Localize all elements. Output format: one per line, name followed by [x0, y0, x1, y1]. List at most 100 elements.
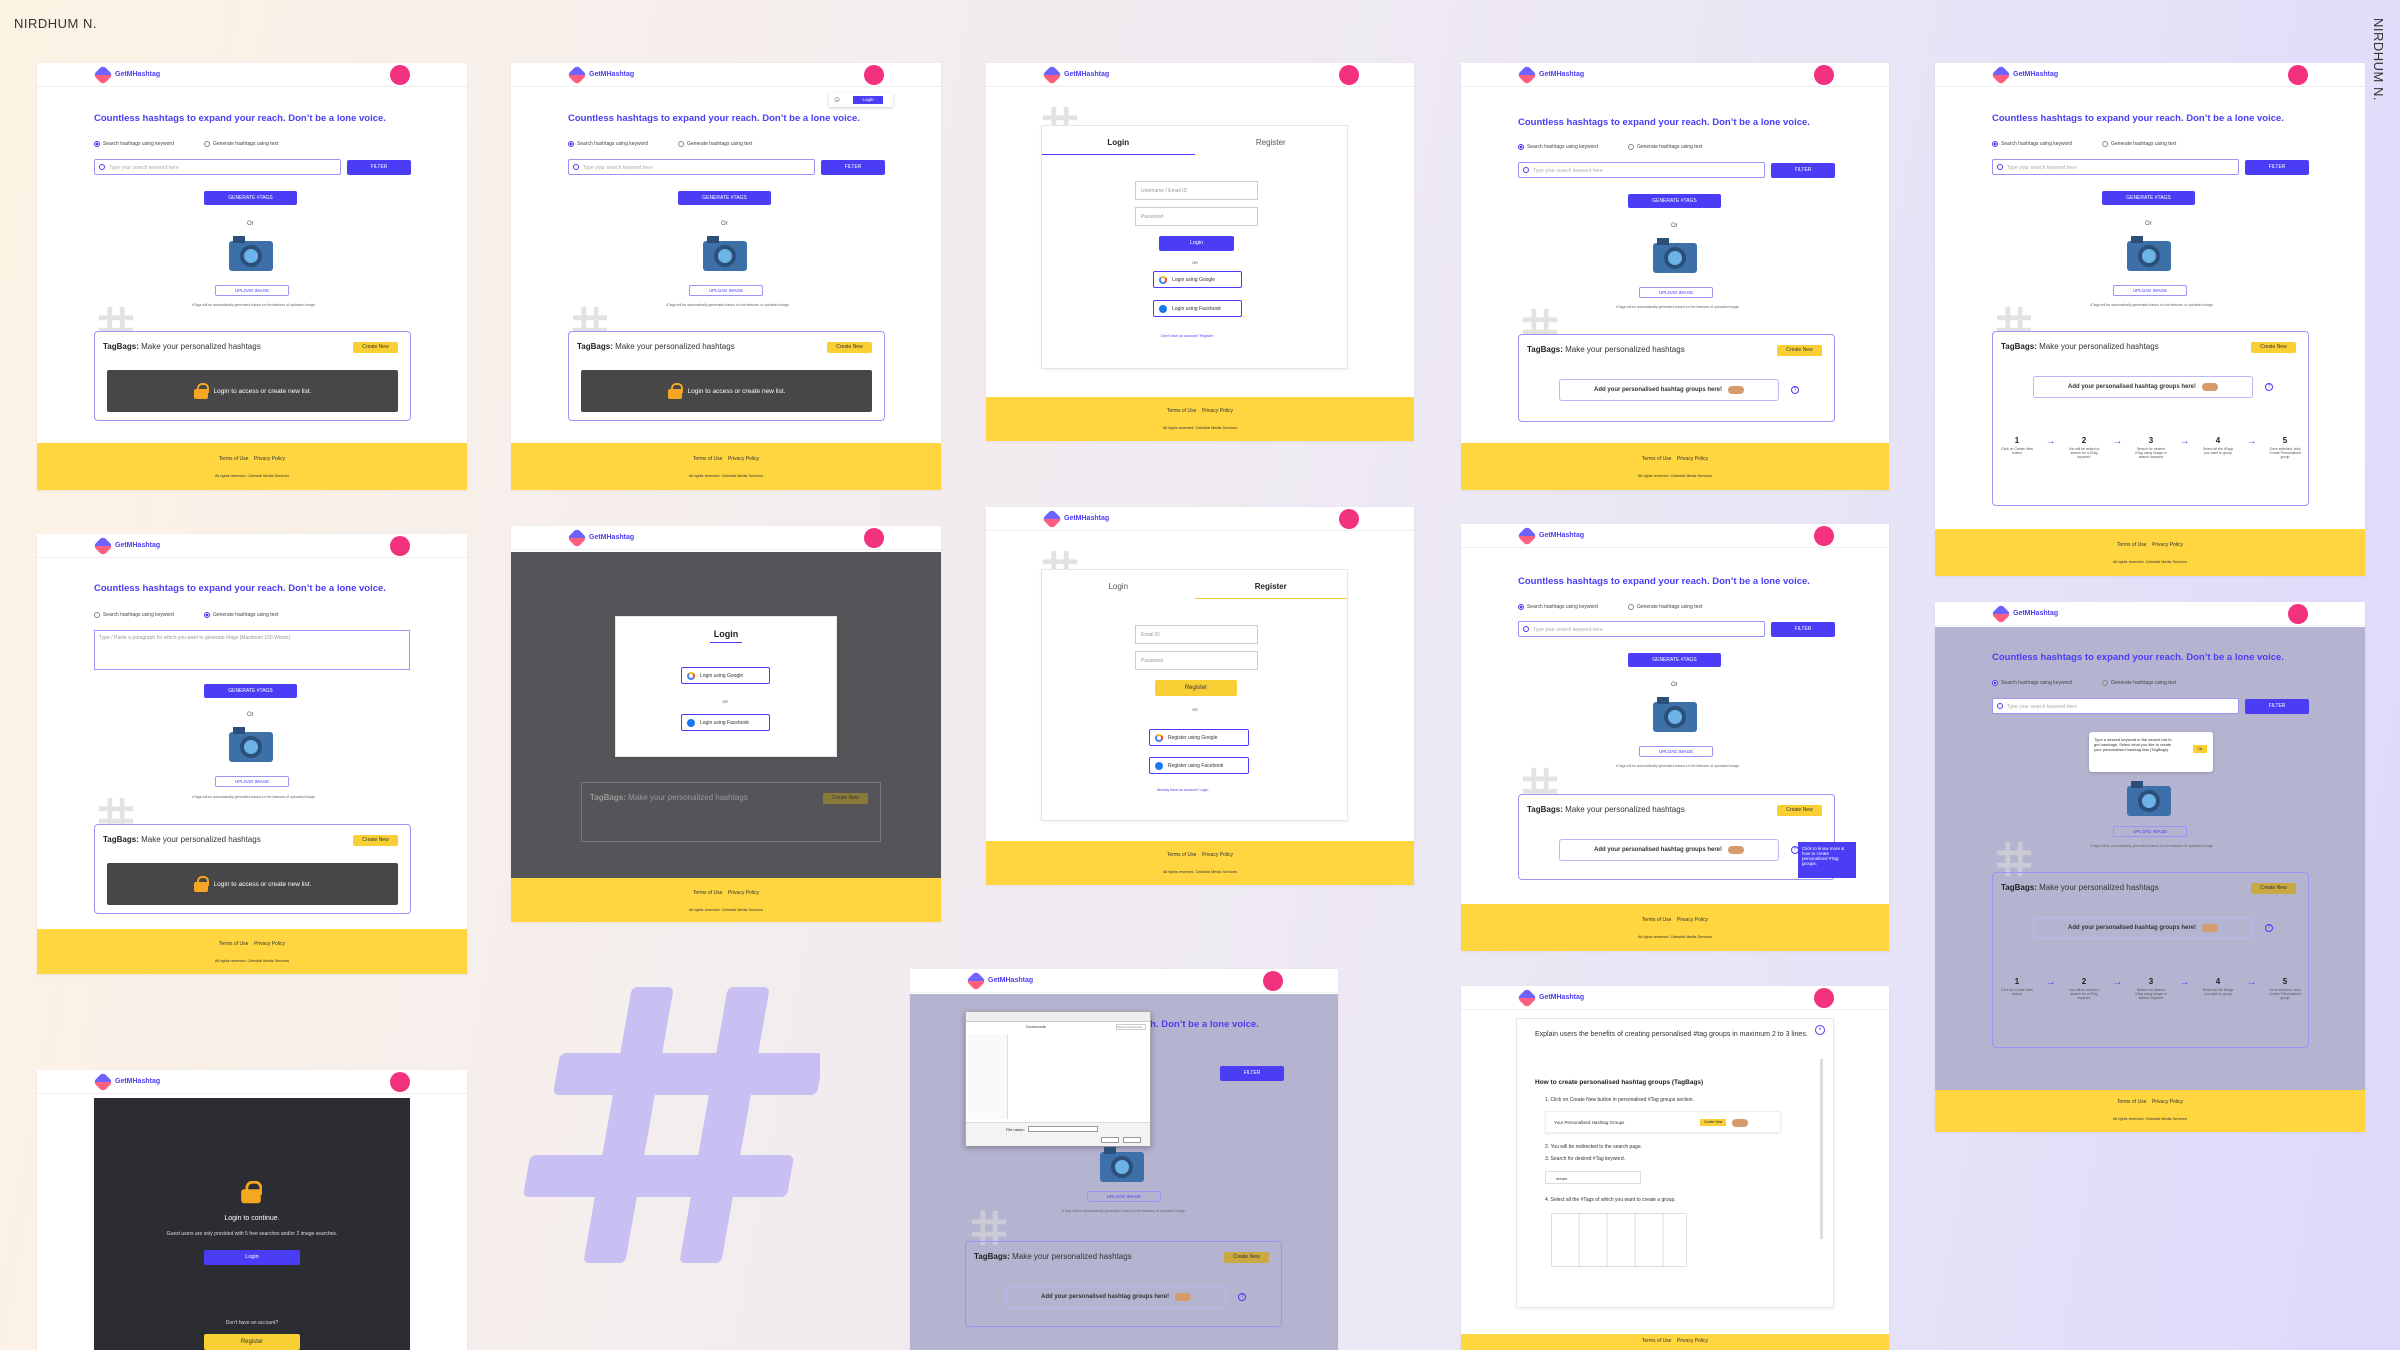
help-icon[interactable]: ? [2265, 924, 2273, 932]
register-button[interactable]: Register [1155, 680, 1237, 696]
create-new-button[interactable]: Create New [2251, 883, 2296, 894]
login-link[interactable]: Already have an account? Login [1157, 788, 1208, 792]
filter-button[interactable]: FILTER [2245, 699, 2309, 714]
search-input[interactable]: Type your search keyword here [568, 159, 815, 175]
tab-login[interactable]: Login [1042, 582, 1195, 599]
radio-text[interactable]: Generate hashtags using text [2102, 141, 2176, 147]
filter-button[interactable]: FILTER [347, 160, 411, 175]
terms-link[interactable]: Terms of Use [219, 941, 248, 947]
tab-register[interactable]: Register [1194, 582, 1347, 599]
tab-login[interactable]: Login [1042, 138, 1195, 155]
password-field[interactable]: Password [1135, 651, 1258, 670]
scrollbar[interactable] [1820, 1059, 1823, 1239]
open-button[interactable] [1101, 1137, 1119, 1143]
radio-keyword[interactable]: Search hashtags using keyword [1518, 604, 1598, 610]
file-name-input[interactable] [1028, 1126, 1098, 1132]
generate-button[interactable]: GENERATE #TAGS [1628, 653, 1721, 667]
generate-button[interactable]: GENERATE #TAGS [1628, 194, 1721, 208]
terms-link[interactable]: Terms of Use [1642, 456, 1671, 462]
create-new-button[interactable]: Create New [353, 342, 398, 353]
facebook-register-button[interactable]: Register using Facebook [1149, 757, 1249, 774]
radio-text[interactable]: Generate hashtags using text [678, 141, 752, 147]
dialog-search[interactable]: Search Downloads [1116, 1024, 1146, 1030]
privacy-link[interactable]: Privacy Policy [254, 941, 285, 947]
create-new-button[interactable]: Create New [1224, 1252, 1269, 1263]
generate-button[interactable]: GENERATE #TAGS [2102, 191, 2195, 205]
privacy-link[interactable]: Privacy Policy [1202, 852, 1233, 858]
upload-image-button[interactable]: UPLOAD IMAGE [215, 285, 289, 296]
google-login-button[interactable]: Login using Google [1153, 271, 1242, 288]
guest-login-button[interactable]: Login [204, 1250, 300, 1265]
radio-keyword[interactable]: Search hashtags using keyword [94, 141, 174, 147]
terms-link[interactable]: Terms of Use [2117, 1099, 2146, 1105]
help-icon[interactable]: ? [1791, 386, 1799, 394]
generate-button[interactable]: GENERATE #TAGS [678, 191, 771, 205]
upload-image-button[interactable]: UPLOAD IMAGE [1087, 1191, 1161, 1202]
upload-image-button[interactable]: UPLOAD IMAGE [2113, 285, 2187, 296]
privacy-link[interactable]: Privacy Policy [1677, 456, 1708, 462]
privacy-link[interactable]: Privacy Policy [1677, 1338, 1708, 1344]
privacy-link[interactable]: Privacy Policy [2152, 542, 2183, 548]
privacy-link[interactable]: Privacy Policy [1677, 917, 1708, 923]
username-field[interactable]: Username / Email ID [1135, 181, 1258, 200]
filter-button[interactable]: FILTER [821, 160, 885, 175]
radio-keyword[interactable]: Search hashtags using keyword [1992, 680, 2072, 686]
terms-link[interactable]: Terms of Use [1167, 852, 1196, 858]
avatar[interactable] [390, 65, 410, 85]
facebook-login-button[interactable]: Login using Facebook [1153, 300, 1242, 317]
add-group-button[interactable]: Add your personalised hashtag groups her… [1559, 379, 1779, 401]
filter-button[interactable]: FILTER [1220, 1066, 1284, 1081]
avatar[interactable] [2288, 65, 2308, 85]
upload-image-button[interactable]: UPLOAD IMAGE [1639, 287, 1713, 298]
generate-button[interactable]: GENERATE #TAGS [204, 191, 297, 205]
terms-link[interactable]: Terms of Use [693, 456, 722, 462]
guest-register-button[interactable]: Register [204, 1334, 300, 1350]
filter-button[interactable]: FILTER [1771, 622, 1835, 637]
filter-button[interactable]: FILTER [1771, 163, 1835, 178]
paragraph-textarea[interactable]: Type / Paste a paragraph for which you w… [94, 630, 410, 670]
avatar[interactable] [1339, 65, 1359, 85]
create-new-button[interactable]: Create New [353, 835, 398, 846]
privacy-link[interactable]: Privacy Policy [2152, 1099, 2183, 1105]
email-field[interactable]: Email ID [1135, 625, 1258, 644]
add-group-button[interactable]: Add your personalised hashtag groups her… [2033, 376, 2253, 398]
create-new-button[interactable]: Create New [1777, 345, 1822, 356]
radio-text[interactable]: Generate hashtags using text [2102, 680, 2176, 686]
avatar[interactable] [390, 1072, 410, 1092]
create-new-button[interactable]: Create New [2251, 342, 2296, 353]
terms-link[interactable]: Terms of Use [1167, 408, 1196, 414]
avatar[interactable] [390, 536, 410, 556]
help-icon[interactable]: ? [2265, 383, 2273, 391]
search-input[interactable]: Type your search keyword here [1518, 621, 1765, 637]
login-button[interactable]: Login [1159, 236, 1234, 251]
avatar[interactable] [1814, 526, 1834, 546]
generate-button[interactable]: GENERATE #TAGS [204, 684, 297, 698]
filter-button[interactable]: FILTER [2245, 160, 2309, 175]
locked-banner[interactable]: Login to access or create new list. [107, 370, 398, 412]
google-register-button[interactable]: Register using Google [1149, 729, 1249, 746]
search-input[interactable]: Type your search keyword here [94, 159, 341, 175]
locked-banner[interactable]: Login to access or create new list. [581, 370, 872, 412]
avatar[interactable] [864, 528, 884, 548]
upload-image-button[interactable]: UPLOAD IMAGE [1639, 746, 1713, 757]
upload-image-button[interactable]: UPLOAD IMAGE [689, 285, 763, 296]
radio-keyword[interactable]: Search hashtags using keyword [568, 141, 648, 147]
radio-text[interactable]: Generate hashtags using text [204, 612, 278, 618]
terms-link[interactable]: Terms of Use [693, 890, 722, 896]
privacy-link[interactable]: Privacy Policy [728, 890, 759, 896]
upload-image-button[interactable]: UPLOAD IMAGE [215, 776, 289, 787]
search-input[interactable]: Type your search keyword here [1518, 162, 1765, 178]
avatar[interactable] [864, 65, 884, 85]
radio-text[interactable]: Generate hashtags using text [1628, 604, 1702, 610]
dialog-sidebar[interactable] [968, 1034, 1008, 1119]
add-group-button[interactable]: Add your personalised hashtag groups her… [1559, 839, 1779, 861]
radio-keyword[interactable]: Search hashtags using keyword [1992, 141, 2072, 147]
create-new-button[interactable]: Create New [1777, 805, 1822, 816]
search-input[interactable]: Type your search keyword here [1992, 159, 2239, 175]
close-icon[interactable]: × [1815, 1025, 1825, 1035]
privacy-link[interactable]: Privacy Policy [1202, 408, 1233, 414]
avatar[interactable] [1814, 988, 1834, 1008]
facebook-login-button[interactable]: Login using Facebook [681, 714, 770, 731]
radio-keyword[interactable]: Search hashtags using keyword [1518, 144, 1598, 150]
terms-link[interactable]: Terms of Use [219, 456, 248, 462]
